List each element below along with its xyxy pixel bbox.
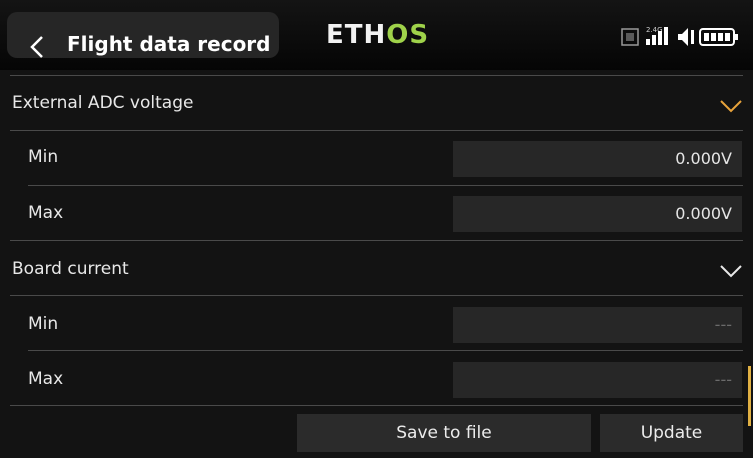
section-label: Board current (12, 259, 129, 279)
title-bar: Flight data record ETHOS 2.4G (0, 0, 753, 70)
section-header-external-adc[interactable]: External ADC voltage (0, 78, 753, 130)
value-field[interactable]: --- (453, 362, 742, 398)
ethos-logo: ETHOS (326, 20, 430, 50)
row-label: Max (28, 369, 64, 389)
speaker-icon (678, 28, 694, 46)
value-field[interactable]: 0.000V (453, 141, 742, 177)
value-field[interactable]: 0.000V (453, 196, 742, 232)
scrollbar[interactable] (748, 366, 751, 426)
chevron-down-icon[interactable] (719, 98, 743, 114)
back-title-button[interactable]: Flight data record (7, 12, 279, 58)
section-label: External ADC voltage (12, 93, 194, 113)
chevron-down-icon[interactable] (719, 263, 743, 279)
row-label: Max (28, 203, 64, 223)
battery-icon (699, 28, 738, 46)
section-header-board-current[interactable]: Board current (0, 241, 753, 295)
divider (10, 75, 743, 76)
save-to-file-button[interactable]: Save to file (297, 414, 591, 452)
row-max: Max 0.000V (0, 186, 753, 240)
row-label: Min (28, 314, 59, 334)
value-field[interactable]: --- (453, 307, 742, 343)
status-icons: 2.4G (621, 26, 738, 46)
row-min: Min --- (0, 296, 753, 350)
row-label: Min (28, 147, 59, 167)
divider (10, 405, 743, 406)
chevron-left-icon[interactable] (27, 34, 49, 60)
row-min: Min 0.000V (0, 131, 753, 185)
row-max: Max --- (0, 351, 753, 405)
page-title: Flight data record (67, 32, 271, 56)
update-button[interactable]: Update (600, 414, 743, 452)
